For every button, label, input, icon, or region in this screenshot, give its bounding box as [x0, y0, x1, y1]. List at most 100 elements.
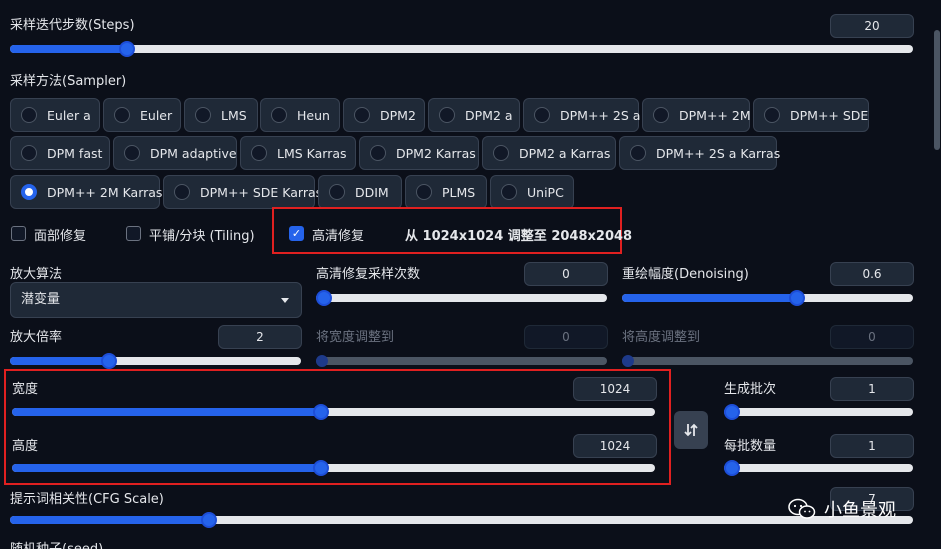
sampler-option[interactable]: Euler a	[10, 98, 100, 132]
resize-width-slider	[316, 355, 607, 367]
denoising-slider-thumb[interactable]	[788, 290, 805, 306]
upscale-by-input[interactable]: 2	[218, 325, 302, 349]
radio-icon	[329, 184, 345, 200]
resize-width-input: 0	[524, 325, 608, 349]
height-slider-fill	[12, 464, 321, 472]
upscale-by-slider[interactable]	[10, 353, 301, 369]
width-slider[interactable]	[12, 404, 655, 420]
swap-dimensions-button[interactable]	[674, 411, 708, 449]
watermark: 小鱼景观	[788, 496, 896, 522]
face-restore-checkbox[interactable]	[11, 226, 26, 241]
scrollbar-thumb[interactable]	[934, 30, 940, 150]
sampler-option[interactable]: DPM++ 2S a	[523, 98, 641, 132]
denoising-slider-fill	[622, 294, 797, 302]
batch-count-input[interactable]: 1	[830, 377, 914, 401]
sampler-option[interactable]: DPM fast	[10, 136, 110, 170]
radio-icon	[370, 145, 386, 161]
steps-input[interactable]: 20	[830, 14, 914, 38]
sampler-option-label: Euler a	[47, 107, 91, 123]
sampler-option-label: DPM++ 2S a Karras	[656, 145, 781, 161]
tiling-label: 平铺/分块 (Tiling)	[149, 229, 255, 244]
batch-count-slider-thumb[interactable]	[724, 404, 740, 420]
denoising-input[interactable]: 0.6	[830, 262, 914, 286]
upscale-by-label: 放大倍率	[10, 330, 63, 345]
sampler-option-label: DPM2	[380, 107, 416, 123]
radio-icon	[114, 107, 130, 123]
resize-height-slider-thumb	[622, 355, 634, 367]
scrollbar[interactable]	[933, 0, 941, 549]
sampler-option[interactable]: PLMS	[405, 175, 487, 209]
hires-steps-slider-thumb[interactable]	[316, 290, 332, 306]
radio-icon	[21, 145, 37, 161]
sampler-option[interactable]: DPM++ 2S a Karras	[619, 136, 781, 170]
radio-icon	[630, 145, 646, 161]
batch-count-slider[interactable]	[724, 404, 913, 420]
sampler-option[interactable]: DPM++ SDE Karras	[163, 175, 322, 209]
sampler-option-label: DDIM	[355, 184, 389, 200]
radio-icon	[174, 184, 190, 200]
radio-icon	[416, 184, 432, 200]
resize-width-slider-thumb	[316, 355, 328, 367]
height-slider[interactable]	[12, 460, 655, 476]
width-slider-thumb[interactable]	[312, 404, 329, 420]
sampler-option-label: DPM++ SDE Karras	[200, 184, 323, 200]
height-slider-thumb[interactable]	[312, 460, 329, 476]
batch-size-input[interactable]: 1	[830, 434, 914, 458]
resize-height-input: 0	[830, 325, 914, 349]
sampler-option-label: DPM++ SDE	[790, 107, 869, 123]
sampler-option[interactable]: LMS	[184, 98, 258, 132]
width-input[interactable]: 1024	[573, 377, 657, 401]
sampler-option[interactable]: UniPC	[490, 175, 574, 209]
upscaler-select[interactable]: 潜变量	[10, 282, 302, 318]
upscaler-value: 潜变量	[21, 292, 61, 307]
sampler-option-label: DPM2 a Karras	[519, 145, 611, 161]
sampler-option[interactable]: DPM++ SDE	[753, 98, 869, 132]
batch-size-slider-thumb[interactable]	[724, 460, 740, 476]
radio-icon	[195, 107, 211, 123]
sampler-option-label: DPM++ 2S a	[560, 107, 641, 123]
cfg-label: 提示词相关性(CFG Scale)	[10, 492, 164, 507]
sampler-option[interactable]: DPM adaptive	[113, 136, 237, 170]
sampler-option-label: DPM++ 2M	[679, 107, 751, 123]
wechat-icon	[788, 498, 816, 519]
radio-icon	[354, 107, 370, 123]
hires-fix-checkbox[interactable]: ✓	[289, 226, 304, 241]
radio-icon	[21, 107, 37, 123]
sampler-option[interactable]: DPM++ 2M Karras	[10, 175, 162, 209]
face-restore-label: 面部修复	[34, 229, 87, 244]
sampler-option[interactable]: Heun	[260, 98, 340, 132]
sampler-option-label: UniPC	[527, 184, 564, 200]
steps-slider[interactable]	[10, 41, 913, 57]
steps-slider-thumb[interactable]	[119, 41, 136, 57]
radio-icon	[271, 107, 287, 123]
sampler-option[interactable]: DDIM	[318, 175, 402, 209]
height-input[interactable]: 1024	[573, 434, 657, 458]
tiling-checkbox[interactable]	[126, 226, 141, 241]
sampler-option[interactable]: DPM2 a Karras	[482, 136, 616, 170]
denoising-slider[interactable]	[622, 290, 913, 306]
sampler-option-label: LMS	[221, 107, 247, 123]
sampler-option-label: DPM2 Karras	[396, 145, 476, 161]
sampler-option[interactable]: DPM2 Karras	[359, 136, 479, 170]
chevron-down-icon	[281, 298, 289, 303]
batch-size-label: 每批数量	[724, 439, 777, 454]
cfg-slider-fill	[10, 516, 209, 524]
hires-steps-slider[interactable]	[316, 290, 607, 306]
sampler-option[interactable]: LMS Karras	[240, 136, 356, 170]
sampler-option-label: LMS Karras	[277, 145, 347, 161]
sampler-option[interactable]: Euler	[103, 98, 181, 132]
sampler-option-label: DPM fast	[47, 145, 103, 161]
hires-steps-input[interactable]: 0	[524, 262, 608, 286]
sampler-option-label: PLMS	[442, 184, 476, 200]
upscale-by-slider-thumb[interactable]	[100, 353, 117, 369]
resize-height-slider	[622, 355, 913, 367]
cfg-slider[interactable]	[10, 512, 913, 528]
steps-slider-fill	[10, 45, 128, 53]
radio-icon	[764, 107, 780, 123]
cfg-slider-thumb[interactable]	[200, 512, 217, 528]
sampler-option[interactable]: DPM2	[343, 98, 425, 132]
sampler-option[interactable]: DPM++ 2M	[642, 98, 751, 132]
swap-vertical-icon	[684, 423, 698, 437]
sampler-option[interactable]: DPM2 a	[428, 98, 520, 132]
batch-size-slider[interactable]	[724, 460, 913, 476]
